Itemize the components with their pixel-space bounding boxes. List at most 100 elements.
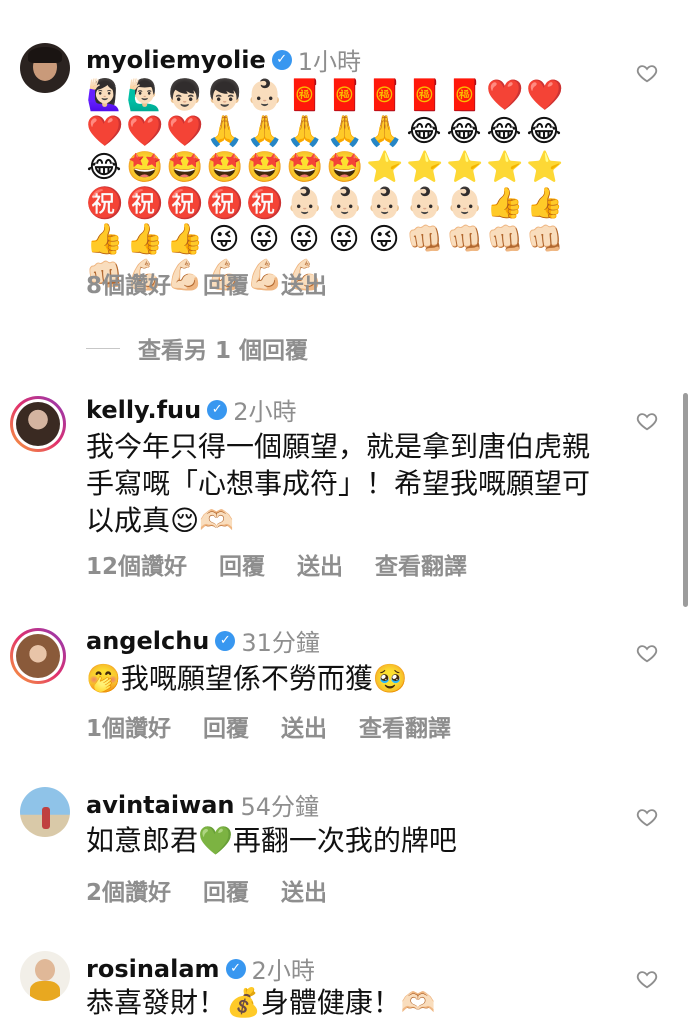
likes-count[interactable]: 2個讚好 bbox=[86, 873, 171, 907]
emoji: ㊗️ bbox=[126, 186, 164, 221]
translate-button[interactable]: 查看翻譯 bbox=[359, 709, 451, 743]
emoji: 🙏 bbox=[326, 114, 364, 149]
comment-text: 恭喜發財！💰身體健康！🫶🏻 bbox=[86, 986, 436, 1019]
emoji: 👊🏻 bbox=[406, 222, 444, 257]
emoji: 😂 bbox=[486, 114, 522, 149]
comment-text: 我今年只得一個願望，就是拿到唐伯虎親手寫嘅「心想事成符」！希望我嘅願望可以成真😌… bbox=[86, 430, 591, 537]
emoji: 😜 bbox=[328, 222, 360, 257]
avatar-rosinalam[interactable] bbox=[20, 951, 70, 1001]
verified-badge-icon: ✓ bbox=[207, 399, 228, 420]
emoji: 🧧 bbox=[326, 78, 364, 113]
comment-header: myoliemyolie ✓ 1小時 bbox=[86, 42, 361, 77]
emoji: 👍 bbox=[126, 222, 164, 257]
avatar-angelchu[interactable] bbox=[10, 628, 66, 684]
username[interactable]: kelly.fuu bbox=[86, 396, 201, 424]
likes-count[interactable]: 8個讚好 bbox=[86, 266, 171, 300]
divider-line bbox=[86, 347, 120, 349]
emoji: 🤩 bbox=[286, 150, 324, 185]
verified-badge-icon: ✓ bbox=[215, 630, 236, 651]
emoji: 🧧 bbox=[446, 78, 484, 113]
heart-outline-icon[interactable] bbox=[636, 62, 658, 84]
emoji: ⭐ bbox=[446, 150, 484, 185]
emoji: 😂 bbox=[86, 150, 122, 185]
translate-button[interactable]: 查看翻譯 bbox=[375, 547, 467, 581]
username[interactable]: avintaiwan bbox=[86, 791, 235, 819]
emoji: ❤️ bbox=[166, 114, 204, 149]
heart-outline-icon[interactable] bbox=[636, 642, 658, 664]
emoji: 🙏 bbox=[206, 114, 244, 149]
send-button[interactable]: 送出 bbox=[297, 547, 343, 581]
emoji: ㊗️ bbox=[206, 186, 244, 221]
comment-header: rosinalam ✓ 2小時 bbox=[86, 951, 315, 986]
comment-actions: 8個讚好 回覆 送出 bbox=[86, 266, 327, 300]
view-more-replies[interactable]: 查看另 1 個回覆 bbox=[86, 331, 308, 365]
comment-header: kelly.fuu ✓ 2小時 bbox=[86, 392, 297, 427]
emoji: 😜 bbox=[368, 222, 400, 257]
emoji: ㊗️ bbox=[166, 186, 204, 221]
emoji: 👊🏻 bbox=[526, 222, 564, 257]
emoji: 👶🏻 bbox=[246, 78, 284, 113]
username[interactable]: angelchu bbox=[86, 627, 209, 655]
emoji: 🤩 bbox=[126, 150, 164, 185]
emoji: ❤️ bbox=[526, 78, 564, 113]
avatar-avintaiwan[interactable] bbox=[20, 787, 70, 837]
emoji: 👶🏻 bbox=[326, 186, 364, 221]
emoji: 👍 bbox=[166, 222, 204, 257]
emoji: 😂 bbox=[446, 114, 482, 149]
comment-actions: 1個讚好 回覆 送出 查看翻譯 bbox=[86, 709, 451, 743]
comment-emoji-text: 🙋🏻‍♀️ 🙋🏻‍♂️ 👦🏻 👦🏻 👶🏻 🧧 🧧 🧧 🧧 🧧 ❤️ ❤️ ❤️ ❤️ ❤️ 🙏 🙏 🙏 🙏 🙏 😂 😂 😂 😂… bbox=[86, 78, 596, 294]
emoji: 🤩 bbox=[326, 150, 364, 185]
emoji: ㊗️ bbox=[86, 186, 124, 221]
timestamp: 54分鐘 bbox=[240, 793, 320, 821]
likes-count[interactable]: 12個讚好 bbox=[86, 547, 187, 581]
emoji: 👊🏻 bbox=[486, 222, 524, 257]
emoji: 🙏 bbox=[366, 114, 404, 149]
emoji: 🧧 bbox=[366, 78, 404, 113]
reply-button[interactable]: 回覆 bbox=[203, 266, 249, 300]
avatar-kelly-fuu[interactable] bbox=[10, 396, 66, 452]
reply-button[interactable]: 回覆 bbox=[203, 873, 249, 907]
timestamp: 1小時 bbox=[297, 48, 362, 76]
emoji: ㊗️ bbox=[246, 186, 284, 221]
emoji: ❤️ bbox=[86, 114, 124, 149]
emoji: 😜 bbox=[208, 222, 240, 257]
emoji: ⭐ bbox=[366, 150, 404, 185]
emoji: 👍 bbox=[86, 222, 124, 257]
emoji: ⭐ bbox=[486, 150, 524, 185]
emoji: 👶🏻 bbox=[366, 186, 404, 221]
emoji: ❤️ bbox=[486, 78, 524, 113]
emoji: 😜 bbox=[288, 222, 320, 257]
emoji: 😂 bbox=[526, 114, 562, 149]
send-button[interactable]: 送出 bbox=[281, 873, 327, 907]
avatar-myoliemyolie[interactable] bbox=[20, 43, 70, 93]
send-button[interactable]: 送出 bbox=[281, 266, 327, 300]
scrollbar[interactable] bbox=[683, 393, 688, 607]
comment-text: 🤭我嘅願望係不勞而獲🥹 bbox=[86, 662, 408, 695]
emoji: 👊🏻 bbox=[446, 222, 484, 257]
emoji: 🤩 bbox=[166, 150, 204, 185]
emoji: ⭐ bbox=[406, 150, 444, 185]
emoji: 👶🏻 bbox=[286, 186, 324, 221]
emoji: ❤️ bbox=[126, 114, 164, 149]
emoji: 👶🏻 bbox=[446, 186, 484, 221]
verified-badge-icon: ✓ bbox=[271, 49, 292, 70]
emoji: 👍 bbox=[486, 186, 524, 221]
reply-button[interactable]: 回覆 bbox=[203, 709, 249, 743]
comment-actions: 12個讚好 回覆 送出 查看翻譯 bbox=[86, 547, 467, 581]
comment-header: angelchu ✓ 31分鐘 bbox=[86, 623, 320, 658]
emoji: 👦🏻 bbox=[206, 78, 244, 113]
send-button[interactable]: 送出 bbox=[281, 709, 327, 743]
username[interactable]: myoliemyolie bbox=[86, 46, 266, 74]
likes-count[interactable]: 1個讚好 bbox=[86, 709, 171, 743]
heart-outline-icon[interactable] bbox=[636, 410, 658, 432]
username[interactable]: rosinalam bbox=[86, 955, 220, 983]
verified-badge-icon: ✓ bbox=[225, 958, 246, 979]
timestamp: 31分鐘 bbox=[241, 629, 320, 657]
emoji: 🤩 bbox=[246, 150, 284, 185]
view-more-replies-label[interactable]: 查看另 1 個回覆 bbox=[138, 331, 308, 365]
emoji: 👶🏻 bbox=[406, 186, 444, 221]
reply-button[interactable]: 回覆 bbox=[219, 547, 265, 581]
emoji: 🤩 bbox=[206, 150, 244, 185]
heart-outline-icon[interactable] bbox=[636, 806, 658, 828]
heart-outline-icon[interactable] bbox=[636, 968, 658, 990]
